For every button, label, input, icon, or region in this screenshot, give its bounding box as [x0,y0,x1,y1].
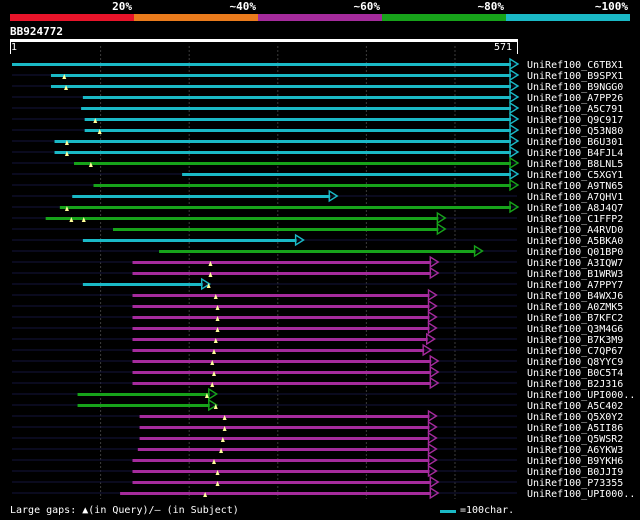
hit-label: UniRef100_B8LNL5 [527,159,623,170]
hit-bar [59,206,512,209]
hit-label: UniRef100_B4FJL4 [527,148,623,159]
hit-bar [77,393,210,396]
hit-label: UniRef100_C5XGY1 [527,170,623,181]
hit-bar [45,217,439,220]
hit-bar [120,492,432,495]
scale-label: =100char. [460,505,515,516]
hit-label: UniRef100_A7QHV1 [527,192,623,203]
hit-bar [72,195,331,198]
hit-bar [93,184,511,187]
hit-label: UniRef100_A9TN65 [527,181,623,192]
hit-bar [132,294,430,297]
hit-bar [82,239,297,242]
hit-label: UniRef100_B7KFC2 [527,313,623,324]
hit-label: UniRef100_B9YKH6 [527,456,623,467]
hit-bar [54,140,512,143]
hit-label: UniRef100_A5II86 [527,423,623,434]
hit-bar [50,74,512,77]
hit-bar [84,129,512,132]
hit-bar [132,349,425,352]
hit-label: UniRef100_C7QP67 [527,346,623,357]
hit-bar [132,470,430,473]
alignment-plot: UniRef100_C6TBX1UniRef100_B9SPX1UniRef10… [12,46,635,500]
hit-label: UniRef100_A3IQW7 [527,258,623,269]
hit-label: UniRef100_A5C791 [527,104,623,115]
hit-bar [132,360,432,363]
hit-bar [132,327,430,330]
hit-label: UniRef100_A5BKA0 [527,236,623,247]
hit-label: UniRef100_Q5X0Y2 [527,412,623,423]
hit-bar [12,63,511,66]
hit-bar [139,415,430,418]
subject-gap-text: (in Subject) [160,505,239,516]
hit-bar [82,96,511,99]
hit-label: UniRef100_UPI000.. [527,390,635,401]
hit-label: UniRef100_B2J316 [527,379,623,390]
hit-bar [50,85,512,88]
hit-bar [132,382,432,385]
hit-label: UniRef100_Q3M4G6 [527,324,623,335]
hit-bar [132,459,430,462]
hit-label: UniRef100_B1WRW3 [527,269,623,280]
hit-bar [139,437,430,440]
hit-label: UniRef100_A6YKW3 [527,445,623,456]
hit-bar [54,151,512,154]
hit-label: UniRef100_A0ZMK5 [527,302,623,313]
hit-label: UniRef100_A4RVD0 [527,225,623,236]
hit-bar [74,162,511,165]
hit-bar [159,250,476,253]
hit-bar [113,228,439,231]
hit-label: UniRef100_A8J4Q7 [527,203,623,214]
hit-bar [132,305,430,308]
hit-label: UniRef100_B6U301 [527,137,623,148]
hit-bar [132,316,430,319]
hit-bar [132,261,432,264]
hit-label: UniRef100_B9SPX1 [527,71,623,82]
hit-bar [132,272,432,275]
hit-label: UniRef100_C6TBX1 [527,60,623,71]
hit-label: UniRef100_P73355 [527,478,623,489]
hit-label: UniRef100_Q53N80 [527,126,623,137]
hit-bar [132,481,432,484]
hit-label: UniRef100_Q01BP0 [527,247,623,258]
hit-bar [137,448,430,451]
hit-label: UniRef100_B7K3M9 [527,335,623,346]
hit-bar [132,338,428,341]
hit-bar [82,283,203,286]
hit-bar [77,404,210,407]
hit-label: UniRef100_B4WXJ6 [527,291,623,302]
hit-label: UniRef100_Q9C917 [527,115,623,126]
hit-label: UniRef100_B9NGG0 [527,82,623,93]
query-gap-text: (in Query)/ [88,505,155,516]
hit-bar [132,371,432,374]
scale-swatch [440,510,456,513]
hit-label: UniRef100_A7PPY7 [527,280,623,291]
hit-label: UniRef100_A5C402 [527,401,623,412]
hit-label: UniRef100_A7PP26 [527,93,623,104]
hit-label: UniRef100_B0C5T4 [527,368,623,379]
hit-bar [139,426,430,429]
hit-label: UniRef100_C1FFP2 [527,214,623,225]
hit-bar [84,118,512,121]
large-gaps-prefix: Large gaps: [10,505,83,516]
hit-bar [81,107,512,110]
large-gaps-legend: Large gaps: ▲(in Query)/— (in Subject) [10,505,239,516]
hit-label: UniRef100_Q5WSR2 [527,434,623,445]
hit-label: UniRef100_UPI000.. [527,489,635,500]
hit-label: UniRef100_B0JJI9 [527,467,623,478]
hit-label: UniRef100_Q8YYC9 [527,357,623,368]
hit-bar [182,173,511,176]
